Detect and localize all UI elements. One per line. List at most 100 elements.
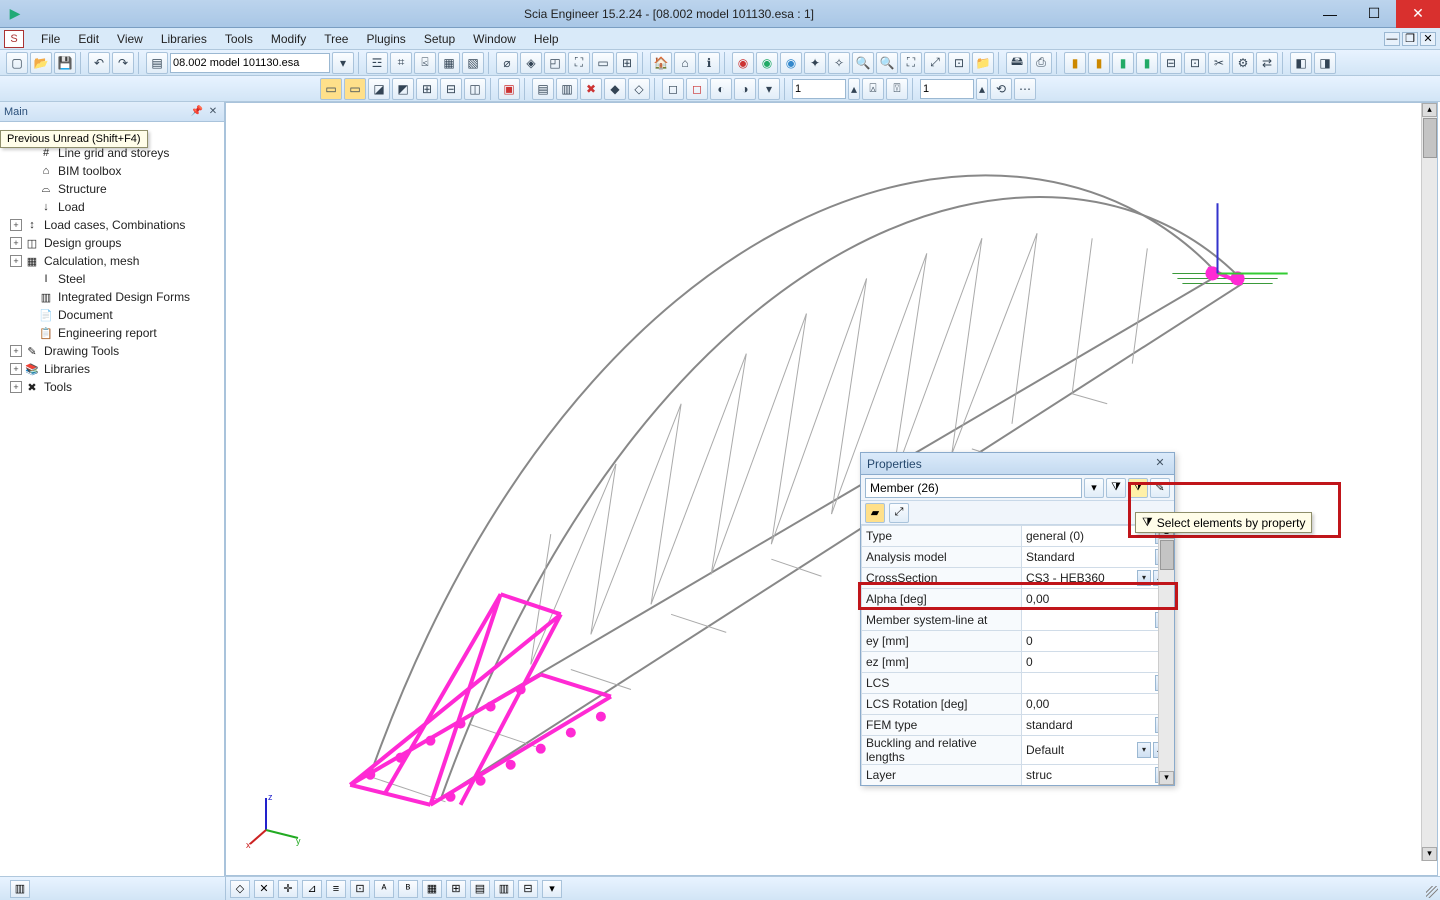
snap-1[interactable]: ◇ xyxy=(230,880,250,898)
properties-selector[interactable] xyxy=(865,478,1082,498)
dropdown-icon[interactable]: ▾ xyxy=(1137,570,1151,586)
tb1-24[interactable]: ▮ xyxy=(1088,52,1110,74)
tb1-04[interactable]: ▦ xyxy=(438,52,460,74)
tree-item-drawing-tools[interactable]: +✎Drawing Tools xyxy=(0,342,224,360)
prop-value[interactable]: standard xyxy=(1026,718,1153,732)
tb2-06[interactable]: ⊟ xyxy=(440,78,462,100)
undo-button[interactable]: ↶ xyxy=(88,52,110,74)
close-button[interactable]: ✕ xyxy=(1396,0,1440,28)
snap-13[interactable]: ⊟ xyxy=(518,880,538,898)
expander-icon[interactable]: + xyxy=(10,363,22,375)
snap-11[interactable]: ▤ xyxy=(470,880,490,898)
mdi-minimize-button[interactable]: — xyxy=(1384,32,1400,46)
tree-item-load-cases-combinations[interactable]: +↕Load cases, Combinations xyxy=(0,216,224,234)
tb2-14[interactable]: ◻ xyxy=(662,78,684,100)
tb2-17[interactable]: ◑ xyxy=(734,78,756,100)
tb1-28[interactable]: ⊡ xyxy=(1184,52,1206,74)
tb2-19[interactable]: ⍓ xyxy=(862,78,884,100)
tb1-12[interactable]: 🏠 xyxy=(650,52,672,74)
snap-8[interactable]: ᴮ xyxy=(398,880,418,898)
spinner-2[interactable] xyxy=(920,79,974,99)
tb2-13[interactable]: ◇ xyxy=(628,78,650,100)
edit-pencil-button[interactable]: ✎ xyxy=(1150,478,1170,498)
prop-value[interactable]: general (0) xyxy=(1026,529,1153,543)
tb1-21[interactable]: 🖴 xyxy=(1006,52,1028,74)
tb1-07[interactable]: ◈ xyxy=(520,52,542,74)
prop-row-crosssection[interactable]: CrossSectionCS3 - HEB360▾… xyxy=(862,568,1174,589)
dropdown-icon[interactable]: ▾ xyxy=(1137,742,1151,758)
tree-item-tools[interactable]: +✖Tools xyxy=(0,378,224,396)
viewport-3d[interactable]: z y x ▴ ▾ xyxy=(225,102,1438,876)
tb2-03[interactable]: ◪ xyxy=(368,78,390,100)
menu-libraries[interactable]: Libraries xyxy=(152,29,216,49)
menu-modify[interactable]: Modify xyxy=(262,29,315,49)
properties-vscroll-thumb[interactable] xyxy=(1160,540,1174,570)
redo-button[interactable]: ↷ xyxy=(112,52,134,74)
tb1-05[interactable]: ▧ xyxy=(462,52,484,74)
viewport-vscroll[interactable]: ▴ ▾ xyxy=(1421,103,1437,861)
snap-3[interactable]: ✛ xyxy=(278,880,298,898)
menu-view[interactable]: View xyxy=(108,29,152,49)
prop-value[interactable]: 0 xyxy=(1026,634,1169,648)
menu-setup[interactable]: Setup xyxy=(415,29,464,49)
tb2-04[interactable]: ◩ xyxy=(392,78,414,100)
prop-value[interactable]: Default xyxy=(1026,743,1135,757)
windows-button[interactable]: ▤ xyxy=(146,52,168,74)
zoom-out-button[interactable]: 🔍 xyxy=(876,52,898,74)
tb2-15[interactable]: ◻ xyxy=(686,78,708,100)
tb2-09[interactable]: ▤ xyxy=(532,78,554,100)
tb1-30[interactable]: ⚙ xyxy=(1232,52,1254,74)
menu-window[interactable]: Window xyxy=(464,29,525,49)
tree-item-load[interactable]: ↓Load xyxy=(0,198,224,216)
tree-item-steel[interactable]: ISteel xyxy=(0,270,224,288)
tb1-06[interactable]: ⌀ xyxy=(496,52,518,74)
menu-help[interactable]: Help xyxy=(525,29,568,49)
panel-pin-button[interactable]: 📌 xyxy=(190,105,204,119)
prop-row-ey-mm-[interactable]: ey [mm]0 xyxy=(862,631,1174,652)
app-menu-icon[interactable]: S xyxy=(4,30,24,48)
spinner-1-up[interactable]: ▴ xyxy=(848,78,860,100)
prop-row-member-system-line-at[interactable]: Member system-line at▾ xyxy=(862,610,1174,631)
zoom-fit-button[interactable]: ⤢ xyxy=(924,52,946,74)
tb1-29[interactable]: ✂ xyxy=(1208,52,1230,74)
prop-value[interactable]: 0 xyxy=(1026,655,1169,669)
tree-item-design-groups[interactable]: +◫Design groups xyxy=(0,234,224,252)
expander-icon[interactable]: + xyxy=(10,219,22,231)
tb1-14[interactable]: ℹ xyxy=(698,52,720,74)
prop-row-layer[interactable]: Layerstruc▾ xyxy=(862,765,1174,786)
tb1-15[interactable]: ◉ xyxy=(732,52,754,74)
prop-row-lcs[interactable]: LCS▾ xyxy=(862,673,1174,694)
snap-7[interactable]: ᴬ xyxy=(374,880,394,898)
tb2-07[interactable]: ◫ xyxy=(464,78,486,100)
tree-item-engineering-report[interactable]: 📋Engineering report xyxy=(0,324,224,342)
expand-button[interactable]: ⤢ xyxy=(889,503,909,523)
prop-row-type[interactable]: Typegeneral (0)▾ xyxy=(862,526,1174,547)
spinner-2-up[interactable]: ▴ xyxy=(976,78,988,100)
vscroll-up[interactable]: ▴ xyxy=(1422,103,1437,117)
tb1-31[interactable]: ⇄ xyxy=(1256,52,1278,74)
expander-icon[interactable]: + xyxy=(10,255,22,267)
snap-10[interactable]: ⊞ xyxy=(446,880,466,898)
snap-14[interactable]: ▾ xyxy=(542,880,562,898)
tb2-20[interactable]: ⍔ xyxy=(886,78,908,100)
tb1-11[interactable]: ⊞ xyxy=(616,52,638,74)
minimize-button[interactable]: — xyxy=(1308,0,1352,28)
mdi-restore-button[interactable]: ❐ xyxy=(1402,32,1418,46)
save-button[interactable]: 💾 xyxy=(54,52,76,74)
new-button[interactable]: ▢ xyxy=(6,52,28,74)
filter-button-1[interactable]: ⧩ xyxy=(1106,478,1126,498)
maximize-button[interactable]: ☐ xyxy=(1352,0,1396,28)
tb1-17[interactable]: ◉ xyxy=(780,52,802,74)
zoom-all-button[interactable]: ⊡ xyxy=(948,52,970,74)
expander-icon[interactable]: + xyxy=(10,345,22,357)
spinner-1[interactable] xyxy=(792,79,846,99)
doc-dropdown-button[interactable]: ▾ xyxy=(332,52,354,74)
prop-row-alpha-deg-[interactable]: Alpha [deg]0,00 xyxy=(862,589,1174,610)
properties-vscroll[interactable]: ▴ ▾ xyxy=(1158,525,1174,785)
tb1-01[interactable]: ☲ xyxy=(366,52,388,74)
tb1-13[interactable]: ⌂ xyxy=(674,52,696,74)
tb1-33[interactable]: ◨ xyxy=(1314,52,1336,74)
snap-12[interactable]: ▥ xyxy=(494,880,514,898)
properties-vscroll-down[interactable]: ▾ xyxy=(1159,771,1174,785)
tb2-22[interactable]: ⋯ xyxy=(1014,78,1036,100)
